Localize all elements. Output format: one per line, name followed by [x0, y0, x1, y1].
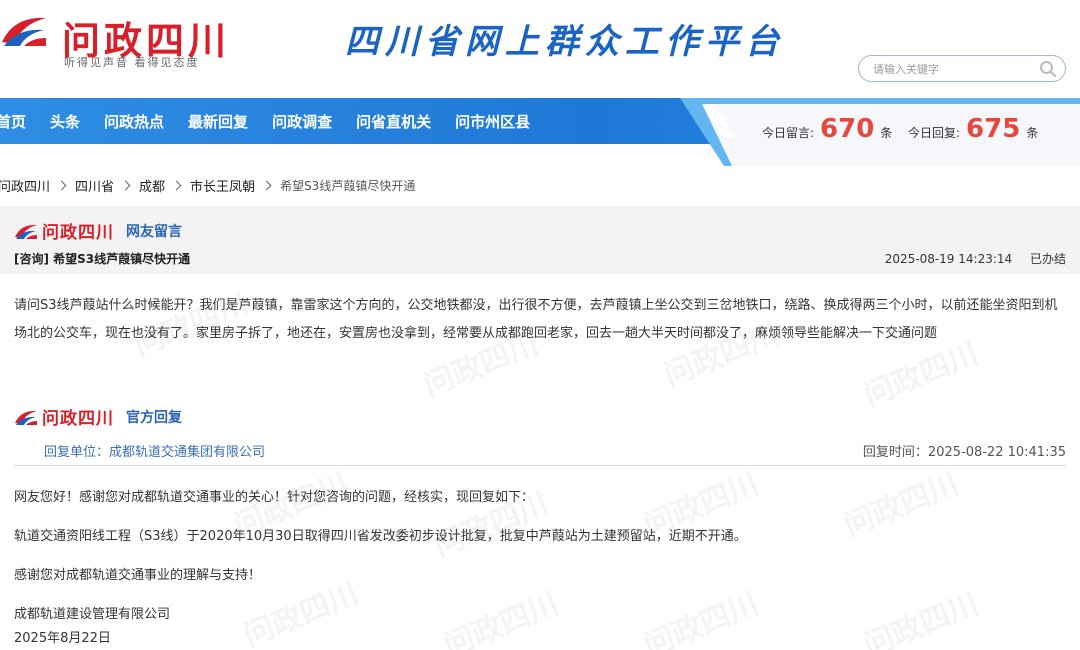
reply-paragraph: 轨道交通资阳线工程（S3线）于2020年10月30日取得四川省发改委初步设计批复… — [14, 529, 747, 544]
nav-item-0[interactable]: 首页 — [0, 111, 26, 132]
breadcrumb-current: 希望S3线芦葭镇尽快开通 — [280, 178, 416, 193]
logo-mark-icon — [15, 224, 37, 239]
breadcrumb-link[interactable]: 问政四川 — [0, 176, 50, 195]
status-badge: 已办结 — [1029, 252, 1066, 266]
reply-paragraph: 感谢您对成都轨道交通事业的理解与支持！ — [14, 568, 262, 583]
search-box — [858, 55, 1066, 82]
section-logo-text: 问政四川 — [42, 223, 114, 243]
watermark: 问政四川 — [639, 586, 764, 650]
logo-mark-icon — [2, 17, 46, 46]
today-replies: 今日回复: 675 条 — [908, 114, 1038, 144]
message-body: 请问S3线芦葭站什么时候能开？我们是芦葭镇，靠雷家这个方向的，公交地铁都没，出行… — [14, 298, 1058, 341]
watermark: 问政四川 — [859, 586, 984, 650]
nav-item-3[interactable]: 最新回复 — [188, 111, 248, 132]
today-stats: 今日留言: 670 条 今日回复: 675 条 — [680, 98, 1080, 166]
message-datetime: 2025-08-19 14:23:14 — [884, 252, 1013, 266]
chevron-right-icon — [171, 180, 182, 190]
logo-slogan: 听得见声音 看得见态度 — [64, 56, 200, 69]
logo-mark-icon — [15, 410, 37, 425]
nav-item-2[interactable]: 问政热点 — [104, 111, 164, 132]
today-replies-value: 675 — [966, 114, 1021, 144]
platform-title: 四川省网上群众工作平台 — [345, 22, 785, 62]
nav-item-4[interactable]: 问政调查 — [272, 111, 332, 132]
chevron-right-icon — [56, 180, 67, 190]
watermark: 问政四川 — [439, 586, 564, 650]
site-logo[interactable]: 问政四川 听得见声音 看得见态度 — [0, 6, 260, 69]
today-messages-label: 今日留言: — [762, 126, 815, 140]
breadcrumb-link[interactable]: 四川省 — [75, 176, 114, 195]
chevron-right-icon — [120, 180, 131, 190]
nav-item-6[interactable]: 问市州区县 — [455, 111, 530, 132]
nav-item-5[interactable]: 问省直机关 — [356, 111, 431, 132]
reply-section-head: 问政四川 官方回复 — [14, 404, 182, 429]
nav-item-1[interactable]: 头条 — [50, 111, 80, 132]
message-meta: 2025-08-19 14:23:14 已办结 — [885, 250, 1066, 267]
section-logo-text: 问政四川 — [42, 409, 114, 429]
breadcrumb-link[interactable]: 成都 — [139, 176, 165, 195]
reply-unit: 回复单位：成都轨道交通集团有限公司 — [44, 445, 266, 460]
today-messages-value: 670 — [820, 114, 875, 144]
reply-section-label: 官方回复 — [126, 409, 182, 426]
page: 问政四川 问政四川 问政四川 问政四川 问政四川 问政四川 问政四川 问政四川 … — [0, 0, 1080, 650]
chevron-right-icon — [261, 180, 272, 190]
nav-items: 首页 头条 问政热点 最新回复 问政调查 问省直机关 问市州区县 — [0, 98, 554, 144]
reply-signature: 成都轨道建设管理有限公司 — [14, 607, 171, 622]
watermark: 问政四川 — [839, 466, 964, 544]
reply-date: 2025年8月22日 — [14, 631, 111, 646]
message-section-label: 网友留言 — [126, 223, 182, 240]
breadcrumb: 问政四川 四川省 成都 市长王凤朝 希望S3线芦葭镇尽快开通 — [0, 175, 415, 195]
today-messages-unit: 条 — [880, 126, 893, 140]
search-input[interactable] — [873, 60, 1033, 78]
today-replies-unit: 条 — [1026, 126, 1039, 140]
today-messages: 今日留言: 670 条 — [762, 114, 892, 144]
search-icon[interactable] — [1039, 60, 1057, 78]
today-replies-label: 今日回复: — [908, 126, 961, 140]
message-title: [咨询] 希望S3线芦葭镇尽快开通 — [14, 252, 191, 266]
divider — [14, 465, 1066, 466]
message-section-head: 问政四川 网友留言 — [14, 218, 182, 243]
reply-paragraph: 网友您好！感谢您对成都轨道交通事业的关心！针对您咨询的问题，经核实，现回复如下： — [14, 490, 535, 505]
breadcrumb-link[interactable]: 市长王凤朝 — [190, 176, 255, 195]
site-header: 问政四川 听得见声音 看得见态度 四川省网上群众工作平台 — [0, 0, 1080, 98]
reply-time: 回复时间：2025-08-22 10:41:35 — [862, 445, 1066, 460]
